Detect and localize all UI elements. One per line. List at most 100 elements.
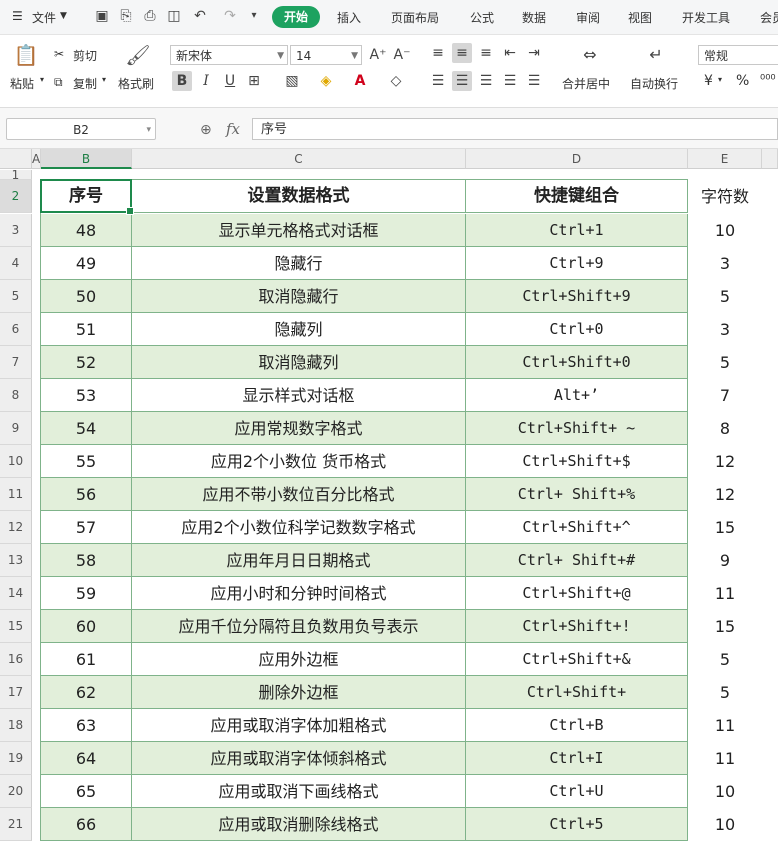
table-cell-format[interactable]: 应用或取消下画线格式 bbox=[132, 775, 466, 808]
table-cell-shortcut[interactable]: Ctrl+Shift+& bbox=[466, 643, 688, 676]
table-cell-shortcut[interactable]: Ctrl+Shift+! bbox=[466, 610, 688, 643]
select-all-corner[interactable] bbox=[0, 149, 32, 169]
column-header-c[interactable]: C bbox=[132, 149, 466, 169]
table-cell-shortcut[interactable]: Ctrl+I bbox=[466, 742, 688, 775]
table-cell-index[interactable]: 62 bbox=[41, 676, 132, 709]
row-header-9[interactable]: 9 bbox=[0, 412, 32, 445]
font-name-select[interactable]: 新宋体 ▼ bbox=[170, 45, 288, 65]
row-header-18[interactable]: 18 bbox=[0, 709, 32, 742]
table-cell-index[interactable]: 58 bbox=[41, 544, 132, 577]
column-header-e[interactable]: E bbox=[688, 149, 762, 169]
save-icon[interactable]: ▣ bbox=[94, 8, 110, 24]
column-header-b[interactable]: B bbox=[41, 149, 132, 169]
table-cell-shortcut[interactable]: Ctrl+B bbox=[466, 709, 688, 742]
header-cell-index[interactable]: 序号 bbox=[41, 180, 132, 213]
table-cell-format[interactable]: 应用或取消字体倾斜格式 bbox=[132, 742, 466, 775]
table-cell-format[interactable]: 应用不带小数位百分比格式 bbox=[132, 478, 466, 511]
paste-chevron-icon[interactable]: ▾ bbox=[40, 75, 44, 84]
table-cell-format[interactable]: 取消隐藏行 bbox=[132, 280, 466, 313]
fill-color-icon[interactable]: ◈ bbox=[316, 71, 336, 91]
table-cell-index[interactable]: 49 bbox=[41, 247, 132, 280]
row-header-5[interactable]: 5 bbox=[0, 280, 32, 313]
undo-icon[interactable]: ↶ bbox=[192, 8, 208, 24]
table-cell-char-count[interactable]: 10 bbox=[688, 214, 762, 247]
italic-icon[interactable]: I bbox=[196, 71, 216, 91]
row-header-13[interactable]: 13 bbox=[0, 544, 32, 577]
table-cell-char-count[interactable]: 10 bbox=[688, 808, 762, 841]
table-cell-char-count[interactable]: 5 bbox=[688, 346, 762, 379]
table-cell-format[interactable]: 应用常规数字格式 bbox=[132, 412, 466, 445]
table-cell-format[interactable]: 隐藏列 bbox=[132, 313, 466, 346]
table-cell-shortcut[interactable]: Ctrl+Shift+^ bbox=[466, 511, 688, 544]
decrease-font-icon[interactable]: A⁻ bbox=[392, 45, 412, 65]
format-painter-icon[interactable]: 🖌 bbox=[124, 43, 152, 69]
more-icon[interactable]: ▾ bbox=[246, 8, 262, 24]
tab-developer[interactable]: 开发工具 bbox=[682, 9, 730, 26]
tab-member[interactable]: 会员 bbox=[760, 9, 778, 26]
tab-home[interactable]: 开始 bbox=[272, 6, 320, 28]
row-header-11[interactable]: 11 bbox=[0, 478, 32, 511]
table-cell-shortcut[interactable]: Ctrl+5 bbox=[466, 808, 688, 841]
table-cell-format[interactable]: 应用或取消删除线格式 bbox=[132, 808, 466, 841]
tab-page-layout[interactable]: 页面布局 bbox=[391, 9, 439, 26]
copy-button[interactable]: 复制 bbox=[73, 75, 97, 92]
formula-input[interactable]: 序号 bbox=[252, 118, 778, 140]
table-cell-index[interactable]: 60 bbox=[41, 610, 132, 643]
font-size-select[interactable]: 14 ▼ bbox=[290, 45, 362, 65]
currency-chevron-icon[interactable]: ▾ bbox=[718, 75, 722, 84]
increase-font-icon[interactable]: A⁺ bbox=[368, 45, 388, 65]
table-cell-format[interactable]: 应用千位分隔符且负数用负号表示 bbox=[132, 610, 466, 643]
tab-data[interactable]: 数据 bbox=[522, 9, 546, 26]
row-header-4[interactable]: 4 bbox=[0, 247, 32, 280]
row-header-8[interactable]: 8 bbox=[0, 379, 32, 412]
print-icon[interactable]: ⎙ bbox=[142, 8, 158, 24]
table-cell-index[interactable]: 54 bbox=[41, 412, 132, 445]
table-cell-shortcut[interactable]: Ctrl+9 bbox=[466, 247, 688, 280]
redo-icon[interactable]: ↷ bbox=[222, 8, 238, 24]
table-cell-char-count[interactable]: 12 bbox=[688, 478, 762, 511]
table-cell-char-count[interactable]: 10 bbox=[688, 775, 762, 808]
table-cell-char-count[interactable]: 11 bbox=[688, 742, 762, 775]
table-cell-char-count[interactable]: 15 bbox=[688, 610, 762, 643]
header-cell-char-count[interactable]: 字符数 bbox=[688, 180, 762, 213]
table-cell-index[interactable]: 53 bbox=[41, 379, 132, 412]
table-cell-index[interactable]: 50 bbox=[41, 280, 132, 313]
table-cell-format[interactable]: 应用2个小数位 货币格式 bbox=[132, 445, 466, 478]
thousands-button[interactable]: ⁰⁰⁰ bbox=[760, 73, 776, 88]
tab-view[interactable]: 视图 bbox=[628, 9, 652, 26]
table-cell-index[interactable]: 59 bbox=[41, 577, 132, 610]
align-center-icon[interactable]: ☰ bbox=[452, 71, 472, 91]
row-header-21[interactable]: 21 bbox=[0, 808, 32, 841]
align-left-icon[interactable]: ☰ bbox=[428, 71, 448, 91]
table-cell-char-count[interactable]: 5 bbox=[688, 676, 762, 709]
tab-review[interactable]: 审阅 bbox=[576, 9, 600, 26]
bold-icon[interactable]: B bbox=[172, 71, 192, 91]
cut-icon[interactable]: ✂ bbox=[54, 47, 64, 61]
table-cell-index[interactable]: 55 bbox=[41, 445, 132, 478]
format-painter-button[interactable]: 格式刷 bbox=[118, 75, 154, 92]
file-menu[interactable]: 文件 bbox=[32, 9, 56, 26]
table-cell-format[interactable]: 显示单元格格式对话框 bbox=[132, 214, 466, 247]
table-cell-shortcut[interactable]: Ctrl+ Shift+# bbox=[466, 544, 688, 577]
align-top-icon[interactable]: ≡ bbox=[428, 43, 448, 63]
row-header-1[interactable]: 1 bbox=[0, 169, 32, 181]
header-cell-format[interactable]: 设置数据格式 bbox=[132, 180, 466, 213]
table-cell-shortcut[interactable]: Alt+’ bbox=[466, 379, 688, 412]
table-cell-char-count[interactable]: 5 bbox=[688, 643, 762, 676]
currency-button[interactable]: ¥ bbox=[704, 73, 713, 89]
column-header-a[interactable]: A bbox=[32, 149, 41, 169]
table-cell-index[interactable]: 57 bbox=[41, 511, 132, 544]
table-cell-index[interactable]: 51 bbox=[41, 313, 132, 346]
cut-button[interactable]: 剪切 bbox=[73, 47, 97, 64]
row-header-12[interactable]: 12 bbox=[0, 511, 32, 544]
table-cell-format[interactable]: 应用小时和分钟时间格式 bbox=[132, 577, 466, 610]
table-cell-index[interactable]: 63 bbox=[41, 709, 132, 742]
table-cell-char-count[interactable]: 7 bbox=[688, 379, 762, 412]
export-pdf-icon[interactable]: ⎘ bbox=[118, 8, 134, 24]
tab-formulas[interactable]: 公式 bbox=[470, 9, 494, 26]
table-cell-char-count[interactable]: 15 bbox=[688, 511, 762, 544]
print-preview-icon[interactable]: ◫ bbox=[166, 8, 182, 24]
fx-icon[interactable]: fx bbox=[226, 120, 240, 138]
indent-decrease-icon[interactable]: ⇤ bbox=[500, 43, 520, 63]
paste-icon[interactable]: 📋 bbox=[12, 43, 40, 69]
